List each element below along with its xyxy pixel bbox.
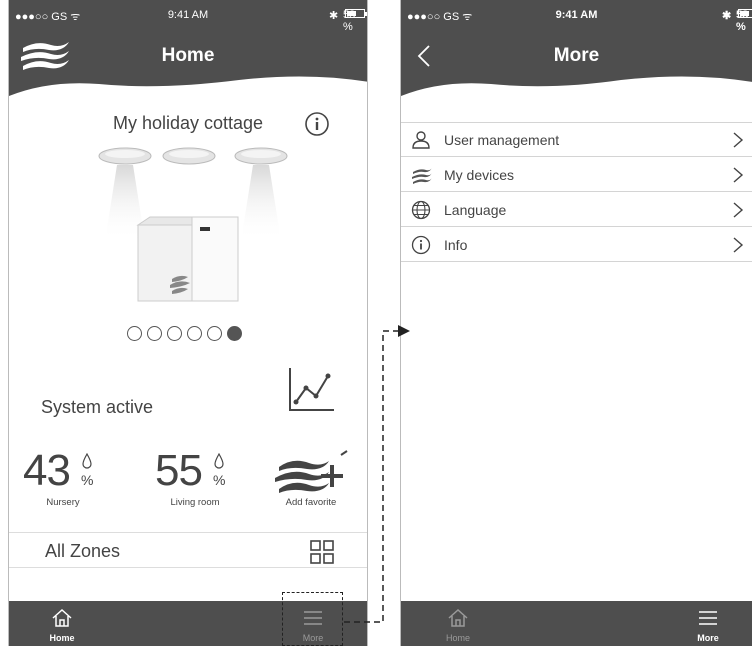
humidity-value: 55: [155, 446, 203, 495]
pagination-dot[interactable]: [167, 326, 182, 341]
bluetooth-icon: ✱: [722, 10, 732, 22]
chevron-right-icon: [733, 202, 744, 218]
grid-view-icon[interactable]: [309, 539, 335, 565]
add-favorite-icon: [275, 450, 348, 493]
status-bar: ●●●○○ GS ᯤ 9:41 AM ✱ 58 %: [401, 9, 752, 33]
all-zones-label[interactable]: All Zones: [45, 541, 120, 562]
status-bar: ●●●○○ GS ᯤ 9:41 AM ✱ 58 %: [9, 9, 367, 33]
status-time: 9:41 AM: [167, 9, 209, 21]
menu-item-language[interactable]: Language: [401, 193, 752, 227]
humidity-unit: %: [81, 472, 94, 488]
home-icon: [448, 608, 468, 627]
menu-icon: [699, 611, 717, 625]
humidity-unit: %: [213, 472, 226, 488]
pagination-dot[interactable]: [147, 326, 162, 341]
add-favorite-label: Add favorite: [285, 497, 337, 508]
pagination-dot[interactable]: [207, 326, 222, 341]
chevron-right-icon: [733, 167, 744, 183]
page-title: Home: [161, 45, 215, 66]
tab-home[interactable]: Home: [27, 601, 97, 646]
tab-label: More: [697, 633, 719, 643]
user-icon: [412, 131, 430, 149]
brand-logo-icon: [412, 168, 432, 184]
chevron-right-icon: [733, 132, 744, 148]
mist-nozzle-icon: [162, 147, 216, 165]
pagination-dot[interactable]: [187, 326, 202, 341]
highlight-box: [282, 592, 343, 646]
tab-home[interactable]: Home: [423, 601, 493, 646]
home-screen: ●●●○○ GS ᯤ 9:41 AM ✱ 58 % Home My holiday…: [8, 0, 368, 646]
bluetooth-icon: ✱: [329, 10, 339, 22]
divider: [9, 532, 367, 533]
chevron-right-icon: [733, 237, 744, 253]
battery-icon: [738, 9, 752, 18]
tab-bar: Home More: [401, 601, 752, 646]
room-label: Living room: [170, 497, 220, 508]
menu-item-my-devices[interactable]: My devices: [401, 158, 752, 192]
home-header: ●●●○○ GS ᯤ 9:41 AM ✱ 58 % Home: [9, 0, 367, 100]
globe-icon: [411, 200, 431, 220]
battery-icon: [345, 9, 367, 18]
humidifier-unit-icon: [136, 216, 239, 302]
info-icon: [411, 235, 431, 255]
tab-more[interactable]: More: [673, 601, 743, 646]
info-icon[interactable]: [304, 111, 330, 137]
add-favorite-button[interactable]: Add favorite: [271, 449, 351, 519]
page-title: More: [553, 45, 600, 66]
more-header: ●●●○○ GS ᯤ 9:41 AM ✱ 58 % More: [401, 0, 752, 100]
tab-label: Home: [49, 633, 75, 643]
menu-item-label: My devices: [444, 167, 515, 183]
menu-item-user-management[interactable]: User management: [401, 123, 752, 157]
pagination-dot[interactable]: [127, 326, 142, 341]
humidity-value: 43: [23, 446, 71, 495]
status-time: 9:41 AM: [555, 9, 598, 21]
room-label: Nursery: [46, 497, 80, 508]
droplet-icon: [82, 453, 92, 469]
menu-item-label: Info: [444, 237, 468, 253]
menu-item-info[interactable]: Info: [401, 228, 752, 262]
chart-icon[interactable]: [284, 366, 336, 414]
tab-label: Home: [445, 633, 470, 643]
menu-item-label: User management: [444, 132, 560, 148]
more-screen: ●●●○○ GS ᯤ 9:41 AM ✱ 58 % More User manag…: [400, 0, 752, 646]
menu-item-label: Language: [444, 202, 507, 218]
droplet-icon: [214, 453, 224, 469]
carousel-pagination[interactable]: [127, 326, 242, 341]
divider: [9, 567, 367, 568]
home-icon: [52, 608, 72, 627]
pagination-dot-active[interactable]: [227, 326, 242, 341]
system-status: System active: [41, 397, 154, 417]
